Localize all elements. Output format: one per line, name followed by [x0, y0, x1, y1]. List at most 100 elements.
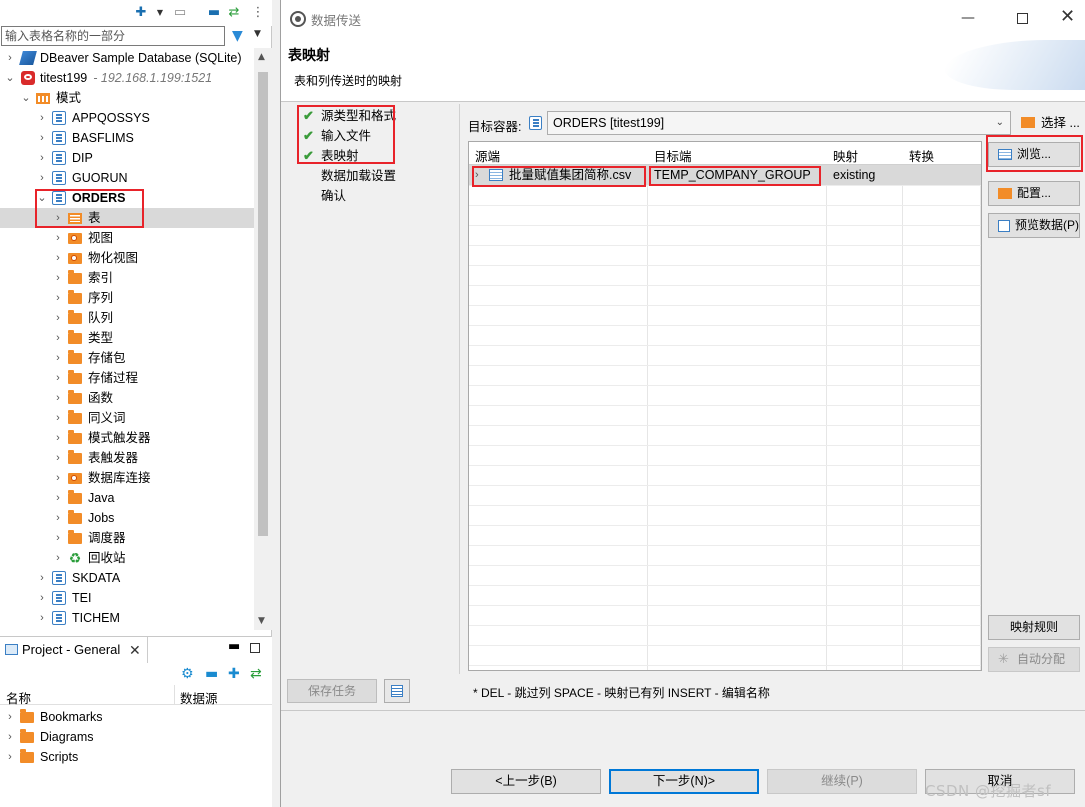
expand-arrow-icon[interactable]: ›	[4, 48, 16, 68]
column-header-datasource[interactable]: 数据源	[180, 688, 218, 707]
expand-arrow-icon[interactable]: ›	[52, 528, 64, 548]
mapping-cell[interactable]: existing	[833, 165, 875, 185]
step-source-type[interactable]: ✔ 源类型和格式	[303, 106, 396, 126]
expand-arrow-icon[interactable]: ›	[4, 707, 16, 727]
maximize-icon[interactable]	[250, 643, 260, 653]
target-container-select[interactable]: ORDERS [titest199] ⌄	[547, 111, 1011, 135]
tree-item-schemas[interactable]: ⌄ 模式	[0, 88, 254, 108]
save-task-button[interactable]: 保存任务	[287, 679, 377, 703]
expand-arrow-icon[interactable]: ›	[52, 468, 64, 488]
add-icon[interactable]: ✚	[228, 666, 240, 682]
tree-scrollbar[interactable]: ▲ ▼	[254, 48, 272, 630]
dropdown-icon[interactable]: ▼	[152, 5, 168, 21]
expand-arrow-icon[interactable]: ›	[36, 128, 48, 148]
collapse-icon[interactable]: ▬	[205, 666, 218, 682]
tree-item-folder[interactable]: › 存储包	[0, 348, 254, 368]
panel-splitter[interactable]	[272, 0, 280, 807]
tree-item-connection[interactable]: ⌄ titest199 - 192.168.1.199:1521	[0, 68, 254, 88]
expand-arrow-icon[interactable]: ›	[52, 348, 64, 368]
tree-item-mviews[interactable]: › 物化视图	[0, 248, 254, 268]
table-row[interactable]: › 批量赋值集团简称.csv TEMP_COMPANY_GROUP existi…	[469, 165, 981, 185]
expand-arrow-icon[interactable]: ›	[52, 308, 64, 328]
minimize-icon[interactable]: —	[961, 10, 975, 26]
tree-item-recycle-bin[interactable]: › ♻ 回收站	[0, 548, 254, 568]
chevron-down-icon[interactable]: ⌄	[996, 112, 1004, 134]
view-menu-icon[interactable]: ⋮	[250, 5, 266, 21]
expand-arrow-icon[interactable]: ›	[52, 368, 64, 388]
tree-item-schema[interactable]: › DIP	[0, 148, 254, 168]
expand-arrow-icon[interactable]: ›	[52, 288, 64, 308]
table-name-filter-input[interactable]	[1, 26, 225, 46]
expand-arrow-icon[interactable]: ›	[52, 488, 64, 508]
expand-arrow-icon[interactable]: ›	[52, 248, 64, 268]
expand-arrow-icon[interactable]: ›	[36, 588, 48, 608]
tree-item-folder[interactable]: › 类型	[0, 328, 254, 348]
expand-arrow-icon[interactable]: ›	[52, 448, 64, 468]
link-icon[interactable]: ⇄	[250, 666, 262, 682]
tree-item-folder[interactable]: › 模式触发器	[0, 428, 254, 448]
tree-item-folder[interactable]: › 表触发器	[0, 448, 254, 468]
expand-arrow-icon[interactable]: ›	[36, 568, 48, 588]
project-item-scripts[interactable]: › Scripts	[0, 747, 272, 767]
expand-arrow-icon[interactable]: ›	[4, 727, 16, 747]
tree-item-folder[interactable]: › 索引	[0, 268, 254, 288]
expand-arrow-icon[interactable]: ›	[52, 208, 64, 228]
tree-item-tables[interactable]: › 表	[0, 208, 254, 228]
column-header-source[interactable]: 源端	[475, 146, 500, 165]
expand-arrow-icon[interactable]: ›	[52, 548, 64, 568]
tree-item-folder[interactable]: › 同义词	[0, 408, 254, 428]
scroll-down-icon[interactable]: ▼	[258, 616, 265, 626]
expand-arrow-icon[interactable]: ›	[52, 268, 64, 288]
scroll-up-icon[interactable]: ▲	[258, 52, 265, 62]
expand-arrow-icon[interactable]: ›	[52, 328, 64, 348]
expand-arrow-icon[interactable]: ›	[52, 428, 64, 448]
browse-button[interactable]: 浏览...	[988, 142, 1080, 167]
step-confirm[interactable]: 确认	[321, 186, 346, 206]
expand-arrow-icon[interactable]: ›	[52, 508, 64, 528]
minimize-icon[interactable]: ▬	[228, 639, 240, 654]
mapping-rules-button[interactable]: 映射规则	[988, 615, 1080, 640]
step-table-mapping[interactable]: ✔ 表映射	[303, 146, 359, 166]
tree-item-folder[interactable]: › Jobs	[0, 508, 254, 528]
proceed-button[interactable]: 继续(P)	[767, 769, 917, 794]
maximize-icon[interactable]	[1017, 13, 1028, 24]
expand-arrow-icon[interactable]: ›	[36, 168, 48, 188]
tree-item-schema[interactable]: › APPQOSSYS	[0, 108, 254, 128]
filter-icon[interactable]: ▼	[232, 29, 248, 43]
tree-item-folder[interactable]: › 数据库连接	[0, 468, 254, 488]
tree-item-schema[interactable]: › TEI	[0, 588, 254, 608]
new-connection-icon[interactable]: ✚	[133, 5, 149, 21]
new-folder-icon[interactable]: ▭	[172, 5, 188, 21]
preview-data-button[interactable]: 预览数据(P)	[988, 213, 1080, 238]
expand-arrow-icon[interactable]: ›	[36, 608, 48, 628]
expand-arrow-icon[interactable]: ›	[52, 388, 64, 408]
scroll-thumb[interactable]	[258, 72, 268, 536]
source-cell[interactable]: 批量赋值集团简称.csv	[509, 165, 631, 185]
collapse-arrow-icon[interactable]: ⌄	[36, 188, 48, 208]
column-header-target[interactable]: 目标端	[654, 146, 692, 165]
tree-item-schema[interactable]: › GUORUN	[0, 168, 254, 188]
gear-icon[interactable]: ⚙	[181, 666, 194, 682]
expand-arrow-icon[interactable]: ›	[52, 408, 64, 428]
tree-item-folder[interactable]: › 存储过程	[0, 368, 254, 388]
task-icon-button[interactable]	[384, 679, 410, 703]
collapse-arrow-icon[interactable]: ⌄	[20, 88, 32, 108]
expand-arrow-icon[interactable]: ›	[52, 228, 64, 248]
tree-item-folder[interactable]: › 序列	[0, 288, 254, 308]
expand-arrow-icon[interactable]: ›	[4, 747, 16, 767]
column-header-name[interactable]: 名称	[6, 688, 31, 707]
choose-container-button[interactable]: 选择 ...	[1021, 111, 1080, 135]
tree-item-schema[interactable]: › TICHEM	[0, 608, 254, 628]
tab-project-general[interactable]: Project - General ✕	[0, 637, 148, 663]
project-item-diagrams[interactable]: › Diagrams	[0, 727, 272, 747]
step-input-file[interactable]: ✔ 输入文件	[303, 126, 371, 146]
next-button[interactable]: 下一步(N)>	[609, 769, 759, 794]
auto-assign-button[interactable]: ✳ 自动分配	[988, 647, 1080, 672]
tree-item-schema-orders[interactable]: ⌄ ORDERS	[0, 188, 254, 208]
filter-dropdown-icon[interactable]: ▼	[254, 29, 261, 39]
back-button[interactable]: <上一步(B)	[451, 769, 601, 794]
column-header-mapping[interactable]: 映射	[833, 146, 858, 165]
expand-arrow-icon[interactable]: ›	[475, 165, 479, 185]
tree-item-schema[interactable]: › SKDATA	[0, 568, 254, 588]
target-cell[interactable]: TEMP_COMPANY_GROUP	[654, 165, 811, 185]
